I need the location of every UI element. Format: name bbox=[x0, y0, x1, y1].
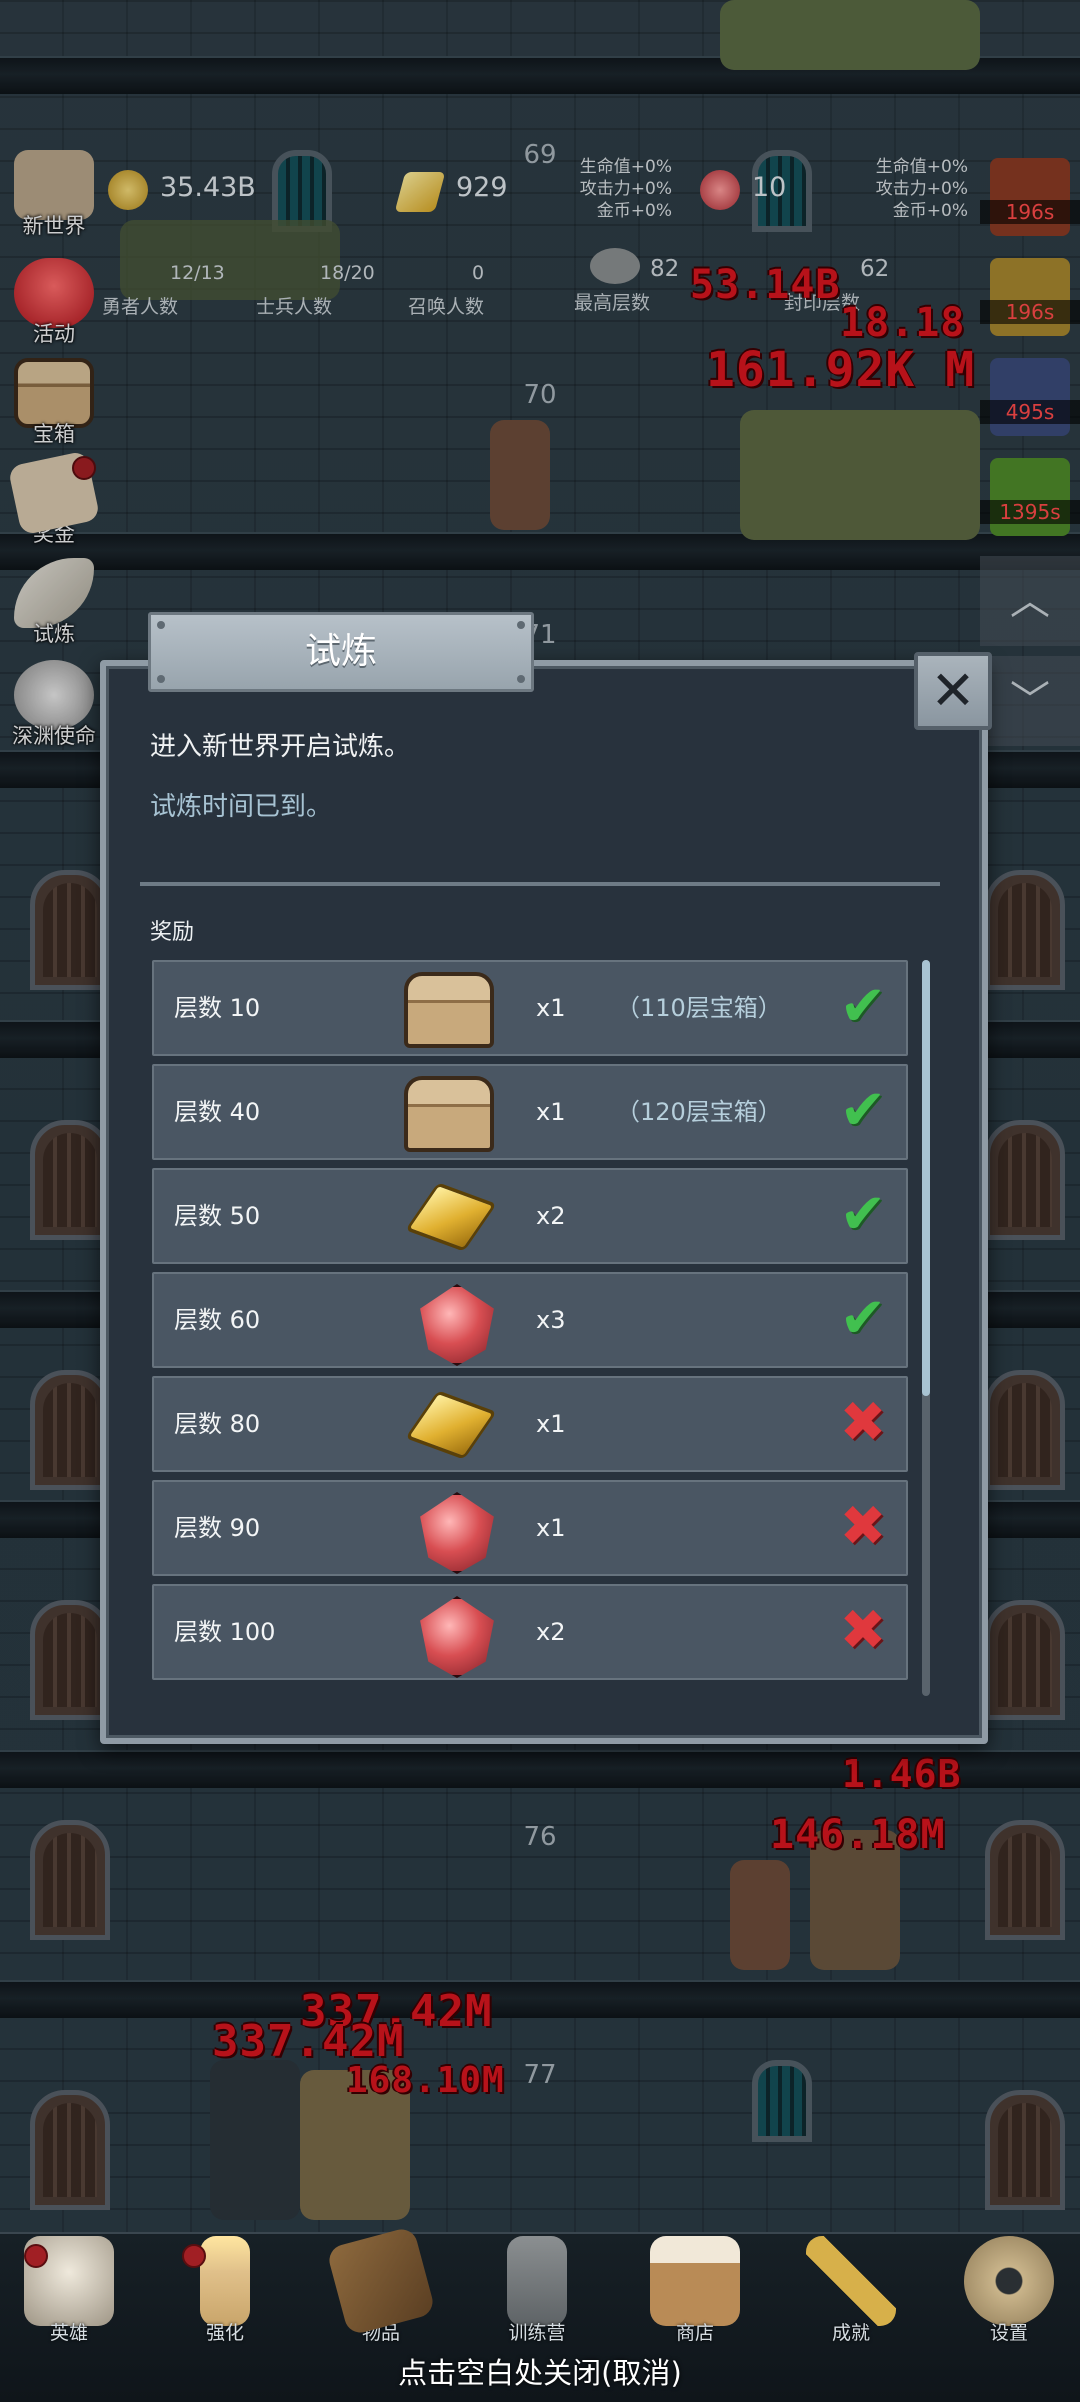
gem-icon bbox=[420, 1284, 494, 1366]
gear-icon bbox=[964, 2236, 1054, 2326]
dialog-description: 进入新世界开启试炼。 bbox=[150, 732, 411, 762]
reward-quantity: x2 bbox=[536, 1618, 566, 1646]
checkmark-icon: ✔ bbox=[839, 1078, 887, 1143]
reward-note: （120层宝箱） bbox=[616, 1098, 782, 1126]
reward-quantity: x1 bbox=[536, 1514, 566, 1542]
scrollbar-thumb[interactable] bbox=[922, 960, 930, 1396]
gem-icon bbox=[420, 1596, 494, 1678]
nav-label: 英雄 bbox=[49, 2322, 88, 2344]
nav-label: 成就 bbox=[831, 2322, 870, 2344]
chest-icon bbox=[404, 972, 494, 1048]
reward-level: 层数 100 bbox=[174, 1618, 276, 1646]
nav-items[interactable]: 物品 bbox=[325, 2225, 437, 2345]
reward-row: 层数 40 x1 （120层宝箱） ✔ bbox=[152, 1064, 908, 1160]
reward-level: 层数 90 bbox=[174, 1514, 261, 1542]
cross-icon: ✖ bbox=[839, 1598, 887, 1663]
nav-shop[interactable]: 商店 bbox=[640, 2236, 750, 2345]
notification-dot bbox=[24, 2244, 48, 2268]
reward-row: 层数 80 x1 ✖ bbox=[152, 1376, 908, 1472]
close-button[interactable]: ✕ bbox=[914, 652, 992, 730]
candle-icon bbox=[200, 2236, 250, 2326]
checkmark-icon: ✔ bbox=[839, 1286, 887, 1351]
dialog-title: 试炼 bbox=[148, 612, 534, 692]
reward-quantity: x1 bbox=[536, 1410, 566, 1438]
nav-label: 设置 bbox=[989, 2322, 1028, 2344]
gem-icon bbox=[420, 1492, 494, 1574]
chest-icon bbox=[404, 1076, 494, 1152]
dialog-status: 试炼时间已到。 bbox=[150, 792, 333, 822]
reward-section-label: 奖励 bbox=[150, 920, 195, 945]
reward-quantity: x2 bbox=[536, 1202, 566, 1230]
nav-label: 训练营 bbox=[508, 2322, 566, 2344]
checkmark-icon: ✔ bbox=[839, 974, 887, 1039]
dialog-title-text: 试炼 bbox=[304, 631, 377, 672]
lantern-icon bbox=[507, 2236, 567, 2326]
reward-list[interactable]: 层数 10 x1 （110层宝箱） ✔ 层数 40 x1 （120层宝箱） ✔ … bbox=[152, 960, 910, 1696]
reward-level: 层数 50 bbox=[174, 1202, 261, 1230]
cross-icon: ✖ bbox=[839, 1494, 887, 1559]
gold-bar-icon bbox=[405, 1182, 497, 1252]
reward-row: 层数 90 x1 ✖ bbox=[152, 1480, 908, 1576]
nav-achievements[interactable]: 成就 bbox=[796, 2236, 906, 2345]
reward-note: （110层宝箱） bbox=[616, 994, 782, 1022]
reward-row: 层数 100 x2 ✖ bbox=[152, 1584, 908, 1680]
mug-icon bbox=[650, 2236, 740, 2326]
reward-level: 层数 40 bbox=[174, 1098, 261, 1126]
reward-quantity: x1 bbox=[536, 994, 566, 1022]
notification-dot bbox=[182, 2244, 206, 2268]
cross-icon: ✖ bbox=[839, 1390, 887, 1455]
reward-row: 层数 60 x3 ✔ bbox=[152, 1272, 908, 1368]
close-hint[interactable]: 点击空白处关闭(取消) bbox=[0, 2350, 1080, 2392]
nav-settings[interactable]: 设置 bbox=[954, 2236, 1064, 2345]
nav-training-camp[interactable]: 训练营 bbox=[482, 2236, 592, 2345]
key-icon bbox=[806, 2236, 896, 2326]
gold-bar-icon bbox=[405, 1390, 497, 1460]
nav-label: 强化 bbox=[205, 2322, 244, 2344]
reward-quantity: x3 bbox=[536, 1306, 566, 1334]
checkmark-icon: ✔ bbox=[839, 1182, 887, 1247]
reward-row: 层数 10 x1 （110层宝箱） ✔ bbox=[152, 960, 908, 1056]
dialog-divider bbox=[140, 882, 940, 886]
reward-row: 层数 50 x2 ✔ bbox=[152, 1168, 908, 1264]
reward-level: 层数 60 bbox=[174, 1306, 261, 1334]
close-icon: ✕ bbox=[930, 659, 976, 722]
reward-quantity: x1 bbox=[536, 1098, 566, 1126]
nav-label: 商店 bbox=[675, 2322, 714, 2344]
reward-level: 层数 10 bbox=[174, 994, 261, 1022]
reward-level: 层数 80 bbox=[174, 1410, 261, 1438]
